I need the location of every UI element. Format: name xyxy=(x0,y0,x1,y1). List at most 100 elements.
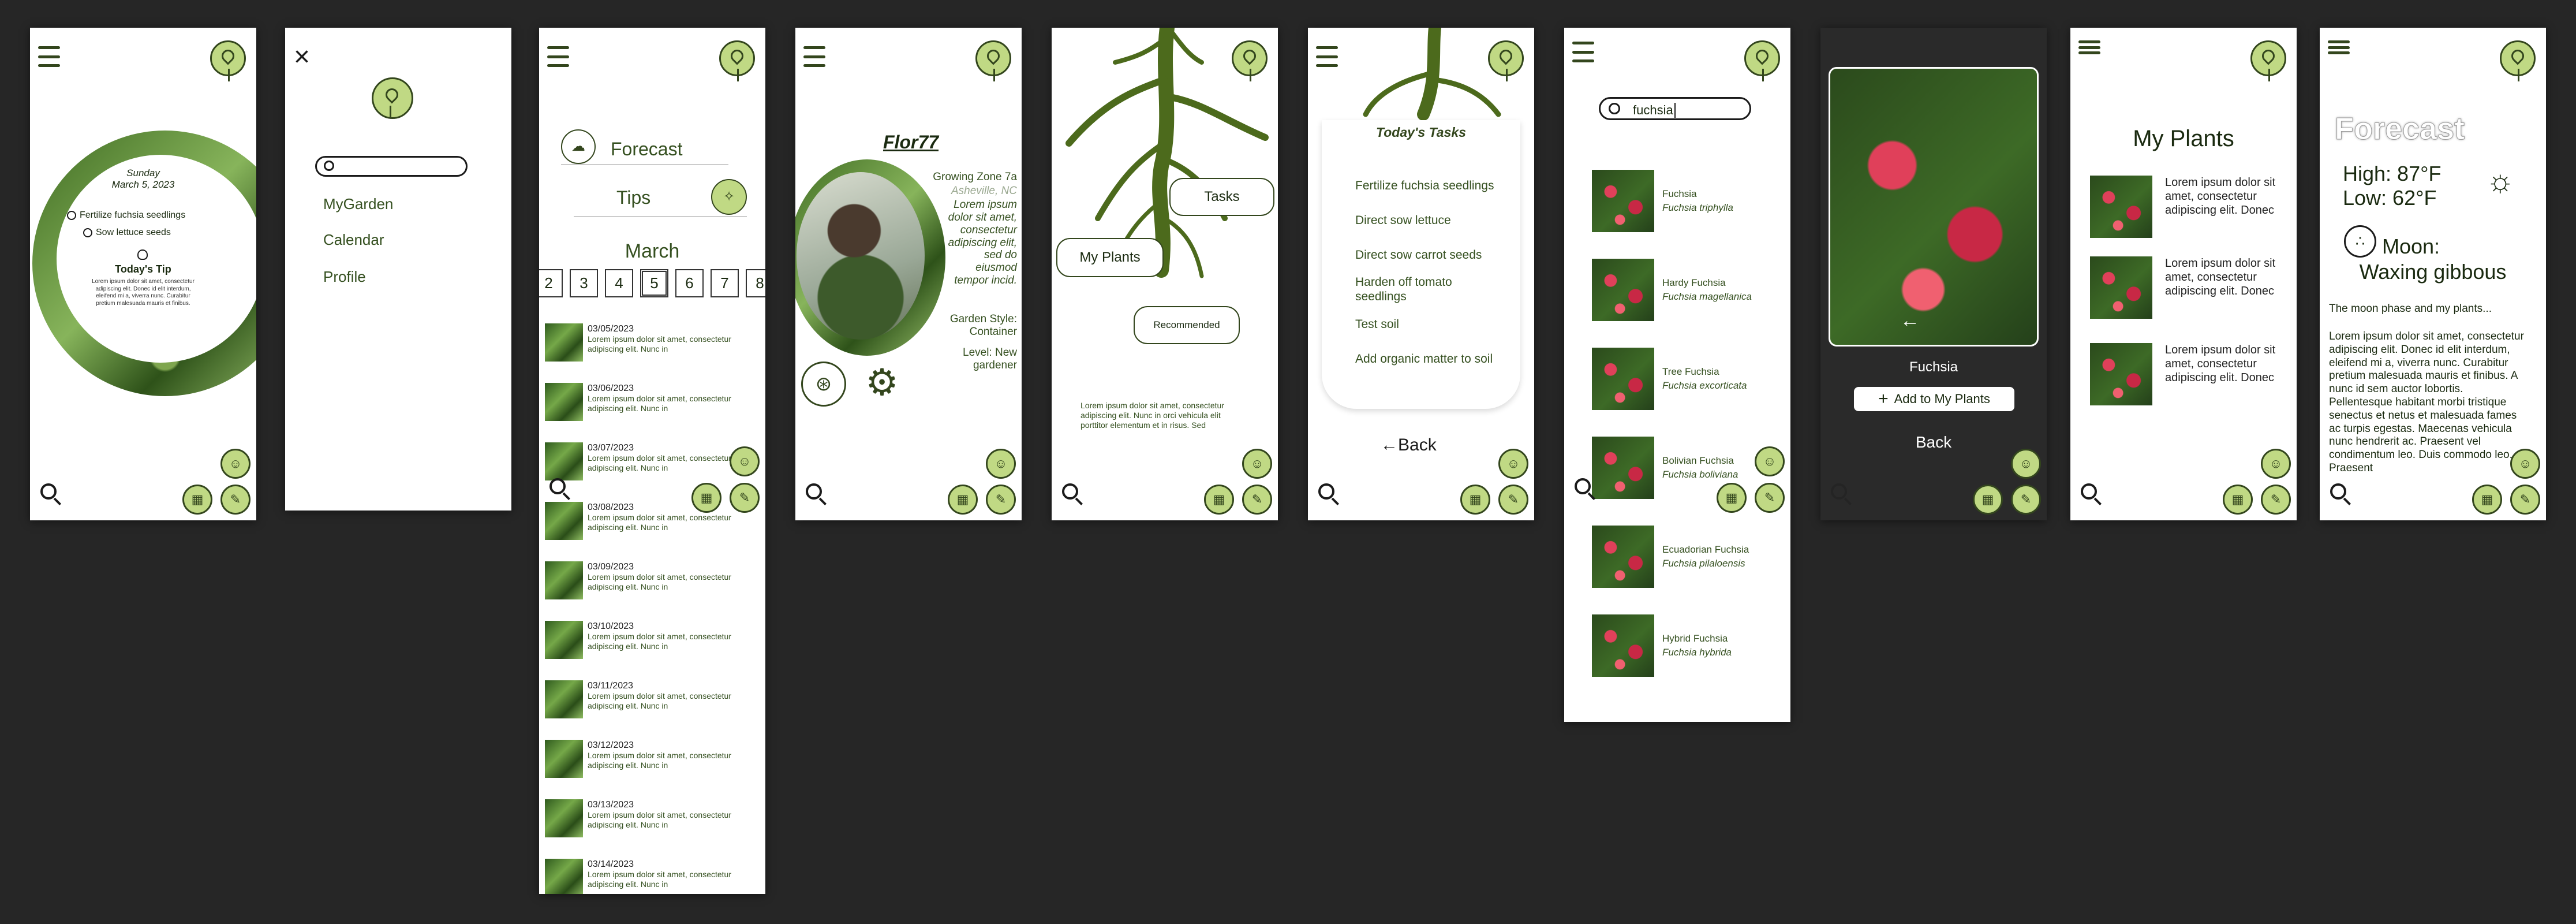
calendar-entry[interactable]: 03/08/2023 Lorem ipsum dolor sit amet, co… xyxy=(545,502,765,540)
calendar-icon[interactable]: ▦ xyxy=(1204,485,1234,515)
day-cell[interactable]: 4 xyxy=(605,269,633,297)
day-cell[interactable]: 6 xyxy=(675,269,704,297)
calendar-icon[interactable]: ▦ xyxy=(948,485,978,515)
avatar[interactable] xyxy=(797,172,925,340)
day-cell-selected[interactable]: 5 xyxy=(640,269,668,297)
calendar-icon[interactable]: ▦ xyxy=(2472,485,2502,515)
task-item[interactable]: Test soil xyxy=(1355,318,1399,331)
profile-icon[interactable]: ☺ xyxy=(220,449,251,479)
search-icon[interactable] xyxy=(1318,483,1341,506)
logo-icon[interactable] xyxy=(210,40,246,81)
day-cell[interactable]: 8 xyxy=(746,269,765,297)
settings-gear-icon[interactable]: ⚙ xyxy=(859,359,905,405)
back-button[interactable]: Back xyxy=(1820,433,2047,452)
calendar-entry[interactable]: 03/13/2023 Lorem ipsum dolor sit amet, co… xyxy=(545,799,765,837)
profile-icon[interactable]: ☺ xyxy=(730,446,760,476)
logo-icon[interactable] xyxy=(1744,40,1780,81)
recommended-button[interactable]: Recommended xyxy=(1134,306,1240,344)
task-item[interactable]: Add organic matter to soil xyxy=(1355,352,1493,366)
search-input[interactable] xyxy=(315,156,468,177)
calendar-icon[interactable]: ▦ xyxy=(1717,483,1747,513)
logo-icon[interactable] xyxy=(2500,40,2536,81)
logo-icon[interactable] xyxy=(1232,40,1268,81)
hamburger-menu-button[interactable] xyxy=(36,45,62,68)
hamburger-menu-button[interactable] xyxy=(2076,39,2103,55)
back-button[interactable]: ←Back xyxy=(1381,435,1437,455)
summary-task[interactable]: Sow lettuce seeds xyxy=(83,228,171,238)
task-item[interactable]: Harden off tomato seedlings xyxy=(1355,275,1500,304)
calendar-icon[interactable]: ▦ xyxy=(691,483,721,513)
chat-icon[interactable]: ✎ xyxy=(1242,485,1272,515)
profile-icon[interactable]: ☺ xyxy=(1242,449,1272,479)
search-field[interactable] xyxy=(340,160,458,172)
chat-icon[interactable]: ✎ xyxy=(986,485,1016,515)
search-icon[interactable] xyxy=(2081,483,2104,506)
arrow-left-icon[interactable]: ← xyxy=(1900,310,1920,332)
hamburger-menu-button[interactable] xyxy=(545,45,571,68)
my-plant-item[interactable]: Lorem ipsum dolor sit amet, consectetur … xyxy=(2090,343,2297,405)
profile-icon[interactable]: ☺ xyxy=(2011,449,2041,479)
tips-button[interactable]: Tips ✧ xyxy=(574,179,747,217)
menu-item-profile[interactable]: Profile xyxy=(323,268,366,286)
chat-icon[interactable]: ✎ xyxy=(730,483,760,513)
chat-icon[interactable]: ✎ xyxy=(2510,485,2540,515)
search-result[interactable]: Hybrid Fuchsia Fuchsia hybrida xyxy=(1592,614,1732,677)
logo-icon[interactable] xyxy=(2250,40,2286,81)
logo-icon[interactable] xyxy=(372,77,413,119)
chat-icon[interactable]: ✎ xyxy=(2261,485,2291,515)
search-input[interactable]: fuchsia xyxy=(1599,97,1751,120)
task-item[interactable]: Fertilize fuchsia seedlings xyxy=(1355,179,1494,193)
day-cell[interactable]: 3 xyxy=(570,269,598,297)
logo-icon[interactable] xyxy=(719,40,755,81)
tasks-button[interactable]: Tasks xyxy=(1169,178,1274,216)
search-result[interactable]: Ecuadorian Fuchsia Fuchsia pilaloensis xyxy=(1592,526,1749,588)
search-icon[interactable] xyxy=(40,483,63,506)
calendar-entry[interactable]: 03/05/2023 Lorem ipsum dolor sit amet, co… xyxy=(545,323,765,362)
calendar-icon[interactable]: ▦ xyxy=(1460,485,1490,515)
day-cell[interactable]: 2 xyxy=(539,269,563,297)
summary-task[interactable]: Fertilize fuchsia seedlings xyxy=(67,210,185,221)
chat-icon[interactable]: ✎ xyxy=(2011,485,2041,515)
calendar-entry[interactable]: 03/12/2023 Lorem ipsum dolor sit amet, co… xyxy=(545,740,765,778)
profile-icon[interactable]: ☺ xyxy=(1755,446,1785,476)
search-result[interactable]: Fuchsia Fuchsia triphylla xyxy=(1592,170,1733,232)
task-item[interactable]: Direct sow lettuce xyxy=(1355,214,1451,228)
steering-wheel-icon[interactable]: ⊛ xyxy=(801,362,846,407)
profile-icon[interactable]: ☺ xyxy=(2510,449,2540,479)
search-result[interactable]: Bolivian Fuchsia Fuchsia boliviana xyxy=(1592,437,1738,499)
search-icon[interactable] xyxy=(806,483,829,506)
hamburger-menu-button[interactable] xyxy=(1570,40,1597,64)
logo-icon[interactable] xyxy=(1488,40,1524,81)
task-item[interactable]: Direct sow carrot seeds xyxy=(1355,248,1482,262)
calendar-entry[interactable]: 03/14/2023 Lorem ipsum dolor sit amet, co… xyxy=(545,859,765,894)
menu-item-calendar[interactable]: Calendar xyxy=(323,231,384,249)
calendar-entry[interactable]: 03/06/2023 Lorem ipsum dolor sit amet, co… xyxy=(545,383,765,421)
hamburger-menu-button[interactable] xyxy=(801,45,828,68)
calendar-entry[interactable]: 03/10/2023 Lorem ipsum dolor sit amet, co… xyxy=(545,621,765,659)
chat-icon[interactable]: ✎ xyxy=(1755,483,1785,513)
search-result[interactable]: Tree Fuchsia Fuchsia excorticata xyxy=(1592,348,1747,410)
chat-icon[interactable]: ✎ xyxy=(220,485,251,515)
search-icon[interactable] xyxy=(1831,483,1854,506)
profile-icon[interactable]: ☺ xyxy=(2261,449,2291,479)
my-plant-item[interactable]: Lorem ipsum dolor sit amet, consectetur … xyxy=(2090,256,2297,319)
calendar-icon[interactable]: ▦ xyxy=(182,485,212,515)
hamburger-menu-button[interactable] xyxy=(2325,39,2352,55)
hamburger-menu-button[interactable] xyxy=(1314,45,1340,68)
calendar-icon[interactable]: ▦ xyxy=(2223,485,2253,515)
close-icon[interactable]: × xyxy=(290,43,314,71)
search-icon[interactable] xyxy=(2330,483,2353,506)
calendar-entry[interactable]: 03/11/2023 Lorem ipsum dolor sit amet, co… xyxy=(545,680,765,718)
day-strip[interactable]: 2 3 4 5 6 7 8 xyxy=(539,269,765,297)
my-plant-item[interactable]: Lorem ipsum dolor sit amet, consectetur … xyxy=(2090,176,2297,238)
search-icon[interactable] xyxy=(1575,478,1598,501)
search-query[interactable]: fuchsia xyxy=(1633,103,1676,118)
search-icon[interactable] xyxy=(1062,483,1085,506)
day-cell[interactable]: 7 xyxy=(711,269,739,297)
profile-icon[interactable]: ☺ xyxy=(1498,449,1528,479)
search-result[interactable]: Hardy Fuchsia Fuchsia magellanica xyxy=(1592,259,1752,321)
menu-item-mygarden[interactable]: MyGarden xyxy=(323,195,393,213)
calendar-icon[interactable]: ▦ xyxy=(1973,485,2003,515)
my-plants-button[interactable]: My Plants xyxy=(1056,238,1164,277)
calendar-entry[interactable]: 03/09/2023 Lorem ipsum dolor sit amet, co… xyxy=(545,561,765,599)
